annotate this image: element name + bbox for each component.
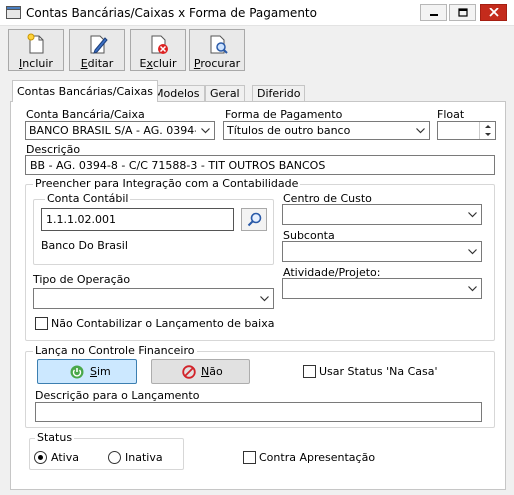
minimize-icon: [430, 14, 438, 16]
descricao-lancamento-label: Descrição para o Lançamento: [35, 389, 200, 402]
float-spinner[interactable]: [437, 121, 496, 140]
ativa-label: Ativa: [51, 451, 79, 464]
close-button[interactable]: [480, 4, 507, 21]
contra-apresentacao-label: Contra Apresentação: [259, 451, 376, 464]
editar-button[interactable]: Editar: [69, 29, 125, 71]
conta-contabil-description: Banco Do Brasil: [41, 239, 128, 252]
inativa-radio[interactable]: [108, 451, 121, 464]
spinner-arrows-icon: [485, 125, 491, 136]
ativa-radio[interactable]: [34, 451, 47, 464]
procurar-button[interactable]: Procurar: [189, 29, 245, 71]
forma-pagamento-select[interactable]: Títulos de outro banco: [223, 121, 430, 140]
delete-document-icon: [151, 35, 168, 54]
excluir-label: Excluir: [139, 57, 177, 70]
window-title: Contas Bancárias/Caixas x Forma de Pagam…: [26, 6, 317, 20]
editar-label: Editar: [80, 57, 114, 70]
chevron-down-icon: [468, 249, 477, 255]
conta-bancaria-value: BANCO BRASIL S/A - AG. 0394-8 -: [29, 124, 196, 137]
sim-button[interactable]: Sim: [37, 359, 137, 384]
excluir-button[interactable]: Excluir: [130, 29, 186, 71]
tab-contas-bancarias[interactable]: Contas Bancárias/Caixas: [12, 80, 158, 102]
float-label: Float: [437, 108, 465, 121]
descricao-value: BB - AG. 0394-8 - C/C 71588-3 - TIT OUTR…: [30, 159, 326, 172]
tipo-operacao-label: Tipo de Operação: [33, 273, 131, 286]
financeiro-group-title: Lança no Controle Financeiro: [33, 344, 197, 357]
new-document-icon: [27, 33, 44, 54]
nao-contabilizar-label: Não Contabilizar o Lançamento de baixa: [51, 317, 275, 330]
close-icon: [489, 8, 499, 17]
no-entry-icon: [182, 365, 196, 379]
tab-geral[interactable]: Geral: [205, 85, 245, 101]
contra-apresentacao-checkbox[interactable]: [243, 451, 256, 464]
app-icon: [6, 6, 21, 19]
atividade-projeto-select[interactable]: [282, 278, 482, 299]
power-on-icon: [70, 365, 84, 379]
conta-bancaria-select[interactable]: BANCO BRASIL S/A - AG. 0394-8 -: [25, 121, 215, 140]
conta-contabil-value: 1.1.1.02.001: [46, 213, 116, 226]
nao-button[interactable]: Não: [151, 359, 250, 384]
maximize-button[interactable]: [449, 4, 476, 21]
search-document-icon: [210, 35, 228, 54]
status-group-title: Status: [35, 431, 75, 444]
chevron-down-icon: [416, 128, 425, 134]
incluir-label: Incluir: [19, 57, 53, 70]
conta-contabil-search-button[interactable]: [241, 208, 267, 231]
usar-status-checkbox[interactable]: [303, 365, 316, 378]
contabilidade-group-title: Preencher para Integração com a Contabil…: [33, 177, 301, 190]
tab-diferido[interactable]: Diferido: [252, 85, 306, 101]
chevron-down-icon: [468, 286, 477, 292]
edit-document-icon: [90, 35, 108, 54]
descricao-lancamento-input[interactable]: [35, 402, 482, 422]
sim-label: Sim: [90, 365, 111, 378]
forma-pagamento-value: Títulos de outro banco: [227, 124, 351, 137]
chevron-down-icon: [260, 296, 269, 302]
centro-custo-select[interactable]: [282, 204, 482, 225]
nao-label: Não: [201, 365, 223, 378]
subconta-select[interactable]: [282, 241, 482, 262]
search-icon: [247, 212, 262, 227]
incluir-button[interactable]: Incluir: [8, 29, 64, 71]
conta-contabil-title: Conta Contábil: [45, 192, 131, 205]
minimize-button[interactable]: [420, 4, 447, 21]
conta-bancaria-label: Conta Bancária/Caixa: [26, 108, 145, 121]
conta-contabil-input[interactable]: 1.1.1.02.001: [41, 208, 234, 231]
descricao-input[interactable]: BB - AG. 0394-8 - C/C 71588-3 - TIT OUTR…: [25, 155, 495, 175]
maximize-icon: [458, 8, 468, 17]
chevron-down-icon: [201, 128, 210, 134]
nao-contabilizar-checkbox[interactable]: [35, 317, 48, 330]
usar-status-label: Usar Status 'Na Casa': [319, 365, 438, 378]
tipo-operacao-select[interactable]: [33, 288, 274, 309]
inativa-label: Inativa: [125, 451, 163, 464]
forma-pagamento-label: Forma de Pagamento: [225, 108, 343, 121]
procurar-label: Procurar: [193, 57, 241, 70]
chevron-down-icon: [468, 212, 477, 218]
